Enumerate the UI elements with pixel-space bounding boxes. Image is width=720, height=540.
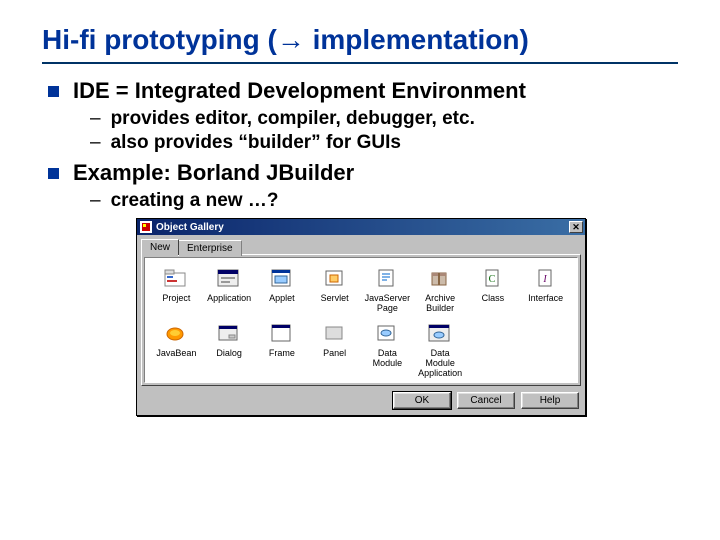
gallery-panel: Project Application Applet	[141, 254, 581, 386]
slide-title: Hi-fi prototyping (→ implementation)	[42, 24, 678, 56]
item-panel-label: Panel	[323, 348, 346, 358]
ok-button[interactable]: OK	[393, 392, 451, 409]
bullet-ide-sub2: – also provides “builder” for GUIs	[90, 132, 678, 154]
cancel-button[interactable]: Cancel	[457, 392, 515, 409]
item-applet-label: Applet	[269, 293, 295, 303]
dialog-title: Object Gallery	[156, 222, 569, 233]
archive-icon	[426, 266, 454, 290]
panel-icon	[321, 321, 349, 345]
app-icon	[140, 221, 152, 233]
item-panel[interactable]: Panel	[309, 319, 360, 380]
tab-enterprise[interactable]: Enterprise	[178, 240, 242, 256]
datamodule-icon	[373, 321, 401, 345]
javabean-icon	[162, 321, 190, 345]
svg-text:C: C	[489, 274, 496, 285]
interface-icon: I	[532, 266, 560, 290]
item-datamoduleapp-label: Data Module Application	[415, 348, 466, 378]
title-divider	[42, 62, 678, 64]
project-icon	[162, 266, 190, 290]
item-javabean[interactable]: JavaBean	[151, 319, 202, 380]
class-icon: C	[479, 266, 507, 290]
svg-text:I: I	[542, 274, 547, 285]
item-jsp[interactable]: JavaServer Page	[362, 264, 413, 315]
item-application-label: Application	[207, 293, 251, 303]
dash-icon: –	[90, 190, 101, 212]
bullet-example-text: Example: Borland JBuilder	[73, 160, 354, 186]
square-bullet-icon	[48, 168, 59, 179]
item-class[interactable]: C Class	[468, 264, 519, 315]
tabs: New Enterprise	[137, 235, 585, 254]
application-icon	[215, 266, 243, 290]
close-icon[interactable]: ✕	[569, 221, 583, 233]
item-interface[interactable]: I Interface	[520, 264, 571, 315]
item-javabean-label: JavaBean	[156, 348, 196, 358]
dialog-buttons: OK Cancel Help	[137, 386, 585, 415]
bullet-ide-sub2-text: also provides “builder” for GUIs	[111, 132, 401, 154]
item-dialog-label: Dialog	[216, 348, 242, 358]
square-bullet-icon	[48, 86, 59, 97]
help-button[interactable]: Help	[521, 392, 579, 409]
dialog-titlebar: Object Gallery ✕	[137, 219, 585, 235]
empty-slot	[468, 319, 519, 380]
item-servlet[interactable]: Servlet	[309, 264, 360, 315]
item-class-label: Class	[482, 293, 505, 303]
item-jsp-label: JavaServer Page	[362, 293, 413, 313]
gallery-inner: Project Application Applet	[144, 257, 578, 383]
icon-grid: Project Application Applet	[151, 264, 571, 380]
item-datamoduleapp[interactable]: Data Module Application	[415, 319, 466, 380]
slide: Hi-fi prototyping (→ implementation) IDE…	[0, 0, 720, 436]
dash-icon: –	[90, 132, 101, 154]
item-applet[interactable]: Applet	[257, 264, 308, 315]
item-archive-label: Archive Builder	[415, 293, 466, 313]
datamoduleapp-icon	[426, 321, 454, 345]
item-frame[interactable]: Frame	[257, 319, 308, 380]
item-dialog[interactable]: Dialog	[204, 319, 255, 380]
item-interface-label: Interface	[528, 293, 563, 303]
applet-icon	[268, 266, 296, 290]
item-datamodule-label: Data Module	[362, 348, 413, 368]
item-servlet-label: Servlet	[321, 293, 349, 303]
item-frame-label: Frame	[269, 348, 295, 358]
empty-slot	[520, 319, 571, 380]
servlet-icon	[321, 266, 349, 290]
item-application[interactable]: Application	[204, 264, 255, 315]
bullet-ide-text: IDE = Integrated Development Environment	[73, 78, 526, 104]
frame-icon	[268, 321, 296, 345]
item-project-label: Project	[162, 293, 190, 303]
jsp-icon	[373, 266, 401, 290]
object-gallery-dialog: Object Gallery ✕ New Enterprise Project	[136, 218, 586, 416]
item-datamodule[interactable]: Data Module	[362, 319, 413, 380]
dialog-item-icon	[215, 321, 243, 345]
bullet-example-sub1: – creating a new …?	[90, 190, 678, 212]
bullet-ide-sub1: – provides editor, compiler, debugger, e…	[90, 108, 678, 130]
item-project[interactable]: Project	[151, 264, 202, 315]
bullet-example-sub1-text: creating a new …?	[111, 190, 279, 212]
bullet-ide: IDE = Integrated Development Environment	[48, 78, 678, 104]
item-archive[interactable]: Archive Builder	[415, 264, 466, 315]
dash-icon: –	[90, 108, 101, 130]
tab-new[interactable]: New	[141, 239, 179, 255]
bullet-example: Example: Borland JBuilder	[48, 160, 678, 186]
bullet-ide-sub1-text: provides editor, compiler, debugger, etc…	[111, 108, 475, 130]
